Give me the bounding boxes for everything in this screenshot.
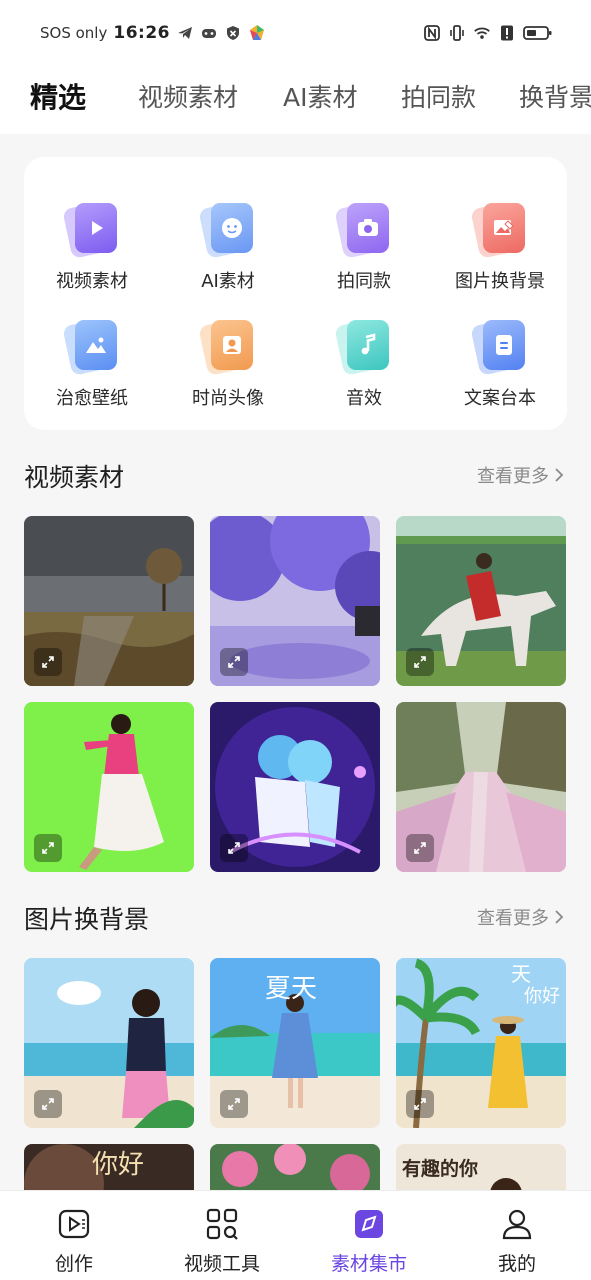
hello-caption-greeting: 你好	[524, 986, 560, 1007]
category-image-background[interactable]: 图片换背景	[432, 201, 568, 311]
expand-icon[interactable]	[34, 834, 62, 862]
category-same-style[interactable]: 拍同款	[296, 201, 432, 311]
chevron-right-icon	[555, 468, 564, 482]
bg-thumb-summer-beach[interactable]: 夏天	[210, 958, 380, 1128]
category-label: 拍同款	[337, 271, 391, 292]
create-icon	[58, 1209, 90, 1239]
video-thumb-stormy-field[interactable]	[24, 516, 194, 686]
alert-icon	[501, 25, 513, 41]
category-healing-wallpaper[interactable]: 治愈壁纸	[24, 318, 160, 428]
bg-thumb-flower-arch[interactable]	[210, 1144, 380, 1190]
nav-profile[interactable]: 我的	[443, 1191, 591, 1280]
category-video-material[interactable]: 视频素材	[24, 201, 160, 311]
bottom-navigation: 创作 视频工具 素材集市 我的	[0, 1190, 591, 1280]
nav-material-market[interactable]: 素材集市	[295, 1191, 443, 1280]
vibrate-icon	[450, 25, 464, 41]
see-more-label: 查看更多	[477, 908, 549, 929]
image-edit-icon	[470, 201, 525, 259]
video-tools-icon	[206, 1208, 238, 1240]
video-thumb-jacaranda-street[interactable]	[210, 516, 380, 686]
category-copywriting[interactable]: 文案台本	[432, 318, 568, 428]
person-icon	[198, 318, 253, 376]
expand-icon[interactable]	[406, 834, 434, 862]
chevron-right-icon	[555, 910, 564, 924]
expand-icon[interactable]	[220, 1090, 248, 1118]
tab-ai-material[interactable]: AI素材	[283, 78, 357, 114]
fun-caption: 有趣的你	[402, 1158, 479, 1180]
clock: 16:26	[113, 23, 170, 43]
section-title-background: 图片换背景	[24, 905, 150, 934]
profile-icon	[502, 1209, 532, 1240]
nav-create[interactable]: 创作	[0, 1191, 148, 1280]
bg-thumb-beach-girl[interactable]	[24, 958, 194, 1128]
see-more-label: 查看更多	[477, 466, 549, 487]
music-note-icon	[334, 318, 389, 376]
video-thumb-horse-lake[interactable]	[396, 516, 566, 686]
expand-icon[interactable]	[406, 648, 434, 676]
category-label: 治愈壁纸	[56, 388, 128, 409]
tab-featured[interactable]: 精选	[30, 76, 86, 116]
category-ai-material[interactable]: AI素材	[160, 201, 296, 311]
see-more-background-link[interactable]: 查看更多	[477, 904, 565, 930]
expand-icon[interactable]	[220, 834, 248, 862]
nihao-caption: 你好	[92, 1150, 145, 1180]
market-icon	[355, 1210, 383, 1238]
status-right	[423, 22, 553, 44]
app-logo-icon	[249, 25, 264, 40]
video-thumb-anime-couple[interactable]	[210, 702, 380, 872]
face-icon	[198, 201, 253, 259]
category-label: 时尚头像	[192, 388, 264, 409]
section-title-video: 视频素材	[24, 463, 125, 492]
category-label: 音效	[346, 388, 382, 409]
shield-icon	[226, 26, 239, 40]
carrier-text: SOS only	[40, 24, 108, 42]
tab-same-style[interactable]: 拍同款	[401, 78, 476, 114]
camera-icon	[334, 201, 389, 259]
category-sound-effects[interactable]: 音效	[296, 318, 432, 428]
nav-video-tools[interactable]: 视频工具	[148, 1191, 296, 1280]
bg-thumb-palm-hello[interactable]: 天 你好	[396, 958, 566, 1128]
summer-caption: 夏天	[265, 974, 318, 1004]
nav-label: 我的	[497, 1253, 536, 1275]
nav-label: 创作	[54, 1253, 93, 1275]
play-icon	[62, 201, 117, 259]
nav-label: 素材集市	[330, 1253, 407, 1275]
category-label: 文案台本	[464, 388, 536, 409]
video-thumb-forest-path[interactable]	[396, 702, 566, 872]
status-left: SOS only 16:26	[40, 22, 266, 44]
bg-thumb-fun-you[interactable]: 有趣的你	[396, 1144, 566, 1190]
bg-thumb-hello-dream[interactable]: 你好	[24, 1144, 194, 1190]
battery-icon	[523, 26, 552, 40]
see-more-video-link[interactable]: 查看更多	[477, 462, 565, 488]
tab-change-background[interactable]: 换背景	[519, 78, 591, 114]
expand-icon[interactable]	[220, 648, 248, 676]
expand-icon[interactable]	[34, 648, 62, 676]
tab-video-material[interactable]: 视频素材	[138, 78, 238, 114]
category-label: 图片换背景	[455, 271, 545, 292]
nav-label: 视频工具	[183, 1253, 260, 1275]
document-icon	[470, 318, 525, 376]
category-label: 视频素材	[56, 271, 128, 292]
category-label: AI素材	[201, 271, 255, 292]
nfc-icon	[424, 25, 440, 41]
telegram-icon	[177, 27, 192, 39]
wifi-icon	[474, 27, 490, 39]
expand-icon[interactable]	[406, 1090, 434, 1118]
status-bar: SOS only 16:26	[0, 0, 591, 66]
category-grid: 视频素材 AI素材 拍同款 图片换背景 治愈壁纸 时尚头像 音效 文案台本	[24, 157, 567, 430]
category-tabs: 精选 视频素材 AI素材 拍同款 换背景	[0, 66, 591, 126]
game-controller-icon	[201, 29, 216, 38]
expand-icon[interactable]	[34, 1090, 62, 1118]
category-fashion-avatar[interactable]: 时尚头像	[160, 318, 296, 428]
video-thumb-greenscreen-dancer[interactable]	[24, 702, 194, 872]
landscape-icon	[62, 318, 117, 376]
